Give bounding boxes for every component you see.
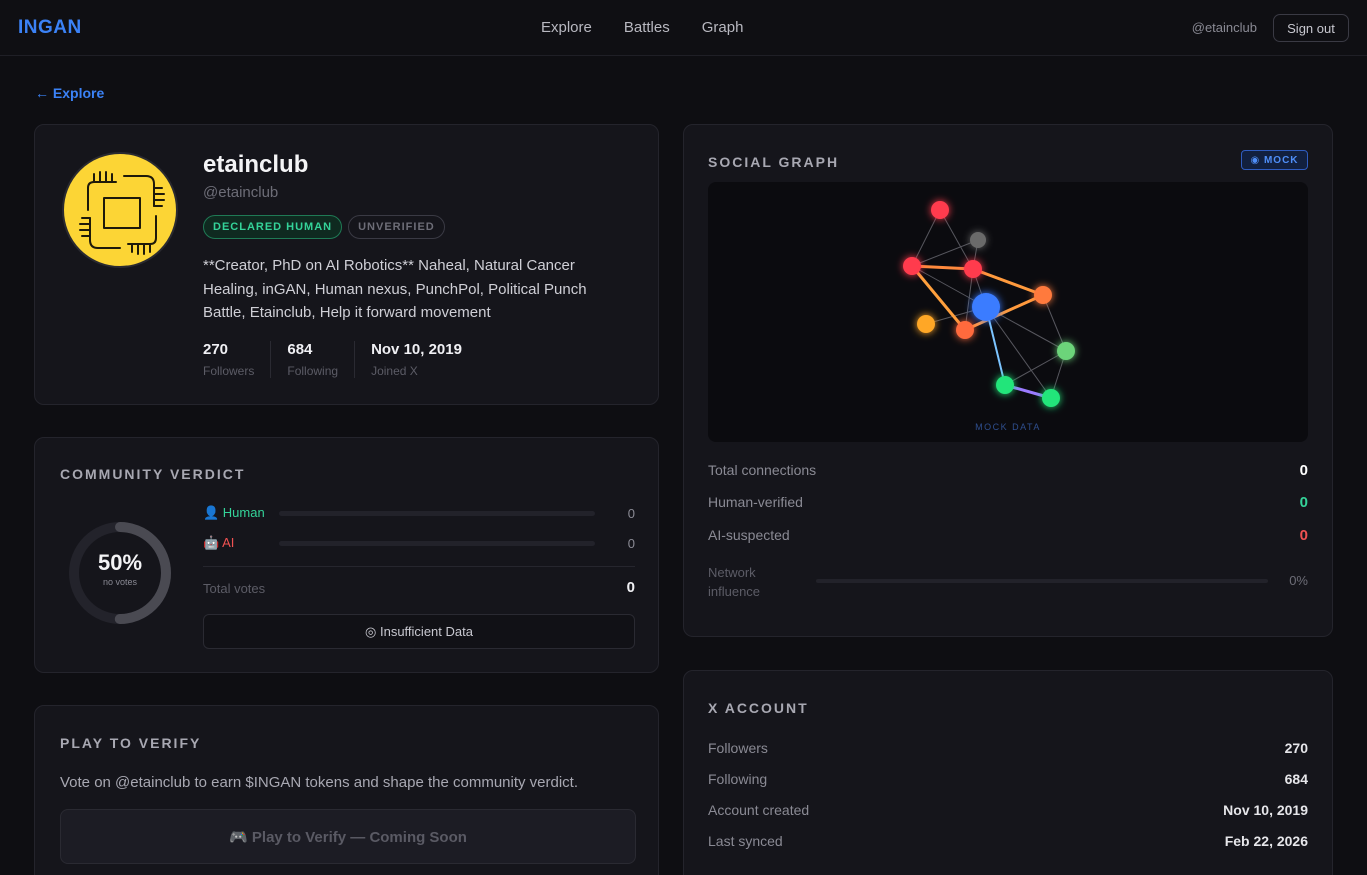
x-account-card: X ACCOUNT Followers 270 Following 684 Ac…: [683, 670, 1333, 875]
section-title: PLAY TO VERIFY: [60, 735, 202, 751]
profile-badges: DECLARED HUMAN UNVERIFIED: [203, 215, 445, 239]
stat-value: Nov 10, 2019: [371, 341, 462, 358]
nav-graph[interactable]: Graph: [702, 19, 744, 36]
stat-following: 684 Following: [287, 341, 356, 378]
graph-node[interactable]: [1034, 286, 1052, 304]
stat-label: Following: [287, 364, 339, 378]
app-logo[interactable]: INGAN: [18, 17, 82, 39]
graph-stat-label: Human-verified: [708, 494, 803, 510]
insufficient-data-status: ◎ Insufficient Data: [203, 614, 635, 649]
ai-vote-count: 0: [627, 535, 635, 551]
play-description: Vote on @etainclub to earn $INGAN tokens…: [60, 774, 579, 791]
graph-node[interactable]: [903, 257, 921, 275]
divider: [203, 566, 635, 567]
play-to-verify-button[interactable]: 🎮 Play to Verify — Coming Soon: [60, 809, 636, 864]
x-account-label: Last synced: [708, 833, 783, 849]
x-account-value: Feb 22, 2026: [1224, 833, 1308, 849]
graph-edges-strong: [910, 264, 1052, 400]
ai-vote-row: 🤖 AI 0: [203, 533, 635, 553]
graph-node[interactable]: [1057, 342, 1075, 360]
play-to-verify-card: PLAY TO VERIFY Vote on @etainclub to ear…: [34, 705, 659, 875]
network-influence-bar: [816, 579, 1268, 583]
stat-label: Followers: [203, 364, 255, 378]
declared-human-badge: DECLARED HUMAN: [203, 215, 343, 239]
mock-badge: ◉ MOCK: [1241, 150, 1308, 170]
clasped-hands-icon: [79, 171, 165, 255]
sign-out-button[interactable]: Sign out: [1273, 14, 1349, 42]
ai-vote-bar: [279, 540, 595, 546]
x-account-label: Account created: [708, 802, 810, 818]
graph-stat-row: AI-suspected 0: [708, 525, 1308, 545]
total-votes-label: Total votes: [203, 581, 266, 596]
graph-stat-value: 0: [1299, 461, 1308, 479]
human-vote-label: 👤 Human: [203, 505, 265, 520]
stat-followers: 270 Followers: [203, 341, 272, 378]
graph-stat-row: Total connections 0: [708, 460, 1308, 480]
nav-explore[interactable]: Explore: [541, 19, 592, 36]
social-graph-canvas[interactable]: MOCK DATA: [708, 182, 1308, 442]
network-influence-value: 0%: [1289, 573, 1308, 588]
mock-data-label: MOCK DATA: [975, 422, 1041, 432]
graph-stat-value: 0: [1299, 493, 1308, 511]
stat-value: 684: [287, 341, 313, 358]
stat-joined: Nov 10, 2019 Joined X: [371, 341, 478, 378]
current-user-handle: @etainclub: [1191, 20, 1257, 35]
profile-name: etainclub: [203, 151, 309, 178]
stat-value: 270: [203, 341, 229, 358]
community-verdict-card: COMMUNITY VERDICT 50% no votes 👤 Human 0…: [34, 437, 659, 673]
graph-node[interactable]: [964, 260, 982, 278]
profile-stats: 270 Followers 684 Following Nov 10, 2019…: [203, 341, 494, 378]
graph-stat-value: 0: [1299, 526, 1308, 544]
network-graph: [903, 201, 1075, 407]
verdict-subtitle: no votes: [102, 577, 138, 587]
human-vote-bar: [279, 510, 595, 516]
human-vote-count: 0: [627, 505, 635, 521]
graph-stat-row: Human-verified 0: [708, 492, 1308, 512]
graph-node[interactable]: [917, 315, 935, 333]
main-nav: Explore Battles Graph: [541, 19, 743, 36]
back-to-explore-link[interactable]: ← Explore: [35, 85, 104, 101]
section-title: COMMUNITY VERDICT: [60, 466, 246, 482]
human-vote-row: 👤 Human 0: [203, 503, 635, 523]
graph-node[interactable]: [1042, 389, 1060, 407]
x-account-row: Account created Nov 10, 2019: [708, 800, 1308, 820]
verdict-percent: 50%: [97, 550, 143, 575]
social-graph-card: SOCIAL GRAPH ◉ MOCK MOCK DATA Total conn…: [683, 124, 1333, 637]
x-account-row: Last synced Feb 22, 2026: [708, 831, 1308, 851]
stat-label: Joined X: [371, 364, 418, 378]
section-title: SOCIAL GRAPH: [708, 154, 840, 170]
x-account-label: Following: [708, 771, 768, 787]
ai-vote-label: 🤖 AI: [203, 535, 235, 550]
graph-node[interactable]: [956, 321, 974, 339]
x-account-row: Followers 270: [708, 738, 1308, 758]
profile-bio: **Creator, PhD on AI Robotics** Naheal, …: [203, 257, 587, 321]
x-account-row: Following 684: [708, 769, 1308, 789]
x-account-label: Followers: [708, 740, 768, 756]
unverified-badge: UNVERIFIED: [348, 215, 445, 239]
section-title: X ACCOUNT: [708, 700, 809, 716]
nav-battles[interactable]: Battles: [624, 19, 670, 36]
graph-stat-label: AI-suspected: [708, 527, 790, 543]
total-votes-value: 0: [626, 579, 635, 596]
x-account-value: 684: [1284, 771, 1308, 787]
top-nav-bar: INGAN Explore Battles Graph @etainclub S…: [0, 0, 1367, 56]
graph-node[interactable]: [996, 376, 1014, 394]
profile-card: etainclub @etainclub DECLARED HUMAN UNVE…: [34, 124, 659, 405]
graph-node[interactable]: [970, 232, 986, 248]
profile-handle: @etainclub: [203, 184, 279, 201]
graph-stat-label: Total connections: [708, 462, 817, 478]
x-account-value: Nov 10, 2019: [1223, 802, 1308, 818]
graph-node[interactable]: [931, 201, 949, 219]
avatar: [62, 152, 178, 268]
network-influence-label: Network influence: [708, 565, 761, 599]
x-account-value: 270: [1284, 740, 1308, 756]
graph-node[interactable]: [972, 293, 1000, 321]
